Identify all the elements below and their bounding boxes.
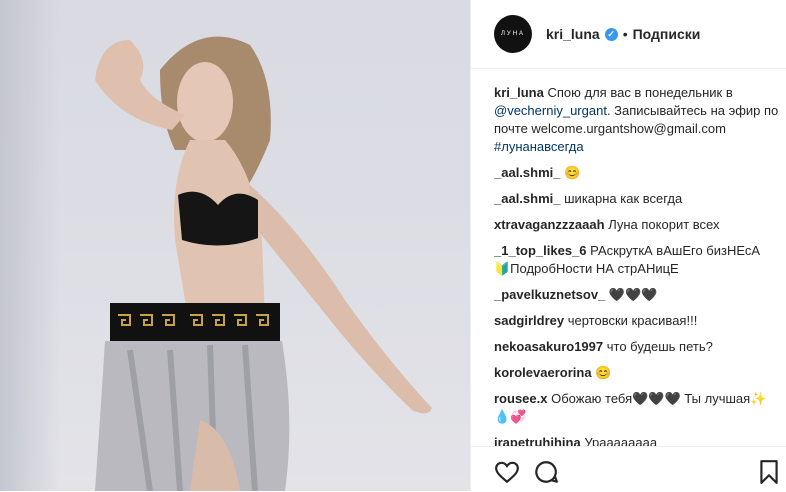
action-bar (471, 446, 786, 492)
post-header: ЛУНА kri_luna ✓ • Подписки (471, 0, 786, 69)
post-photo[interactable] (0, 0, 470, 491)
comment-icon[interactable] (533, 459, 559, 485)
comment-text: чертовски красивая!!! (567, 313, 698, 328)
caption: kri_luna Спою для вас в понедельник в @v… (494, 84, 779, 156)
verified-icon: ✓ (604, 27, 618, 41)
avatar[interactable]: ЛУНА (494, 15, 532, 53)
caption-hashtag-link[interactable]: #лунанавсегда (494, 139, 584, 154)
comment-username[interactable]: _pavelkuznetsov_ (494, 287, 605, 302)
caption-text: Спою для вас в понедельник в (547, 85, 733, 100)
comment-username[interactable]: _1_top_likes_6 (494, 243, 587, 258)
caption-mention-link[interactable]: @vecherniy_urgant (494, 103, 607, 118)
comment: rousee.x Обожаю тебя🖤🖤🖤 Ты лучшая✨💧💞 (494, 390, 779, 426)
comment-username[interactable]: sadgirldrey (494, 313, 564, 328)
post-panel: ЛУНА kri_luna ✓ • Подписки kri_luna Спою… (470, 0, 786, 491)
comment-text: 🖤🖤🖤 (608, 287, 658, 302)
comment: korolevaerorina 😊 (494, 364, 779, 382)
comment-username[interactable]: _aal.shmi_ (494, 165, 561, 180)
comment-username[interactable]: xtravaganzzzaaah (494, 217, 605, 232)
comment: _aal.shmi_ шикарна как всегда (494, 190, 779, 208)
comment: nekoasakuro1997 что будешь петь? (494, 338, 779, 356)
avatar-text: ЛУНА (500, 31, 526, 37)
comment: xtravaganzzzaaah Луна покорит всех (494, 216, 779, 234)
header-username[interactable]: kri_luna (546, 26, 600, 42)
comment: _aal.shmi_ 😊 (494, 164, 779, 182)
comments-list[interactable]: kri_luna Спою для вас в понедельник в @v… (494, 84, 779, 446)
comment-text: шикарна как всегда (564, 191, 683, 206)
comment-username[interactable]: irapetruhihina (494, 435, 581, 446)
comment-text: что будешь петь? (606, 339, 713, 354)
separator-dot: • (622, 26, 628, 42)
comment-text: Луна покорит всех (608, 217, 720, 232)
bookmark-icon[interactable] (756, 459, 782, 485)
comment-text: Ураааааааа (584, 435, 658, 446)
photo-figure (95, 36, 432, 491)
heart-icon[interactable] (494, 459, 520, 485)
photo-wall-shadow (0, 0, 60, 491)
comment-username[interactable]: korolevaerorina (494, 365, 592, 380)
comment-username[interactable]: rousee.x (494, 391, 547, 406)
caption-email: welcome.urgantshow@gmail.com (531, 121, 726, 136)
caption-username[interactable]: kri_luna (494, 85, 544, 100)
comment: sadgirldrey чертовски красивая!!! (494, 312, 779, 330)
comment-text: 😊 (595, 365, 612, 380)
following-button[interactable]: Подписки (633, 26, 701, 42)
comment-text: 😊 (564, 165, 581, 180)
comment: _1_top_likes_6 РАскруткА вАшЕго бизНЕсА … (494, 242, 779, 278)
comment: _pavelkuznetsov_ 🖤🖤🖤 (494, 286, 779, 304)
comment: irapetruhihina Ураааааааа (494, 434, 779, 446)
comment-username[interactable]: nekoasakuro1997 (494, 339, 603, 354)
comment-username[interactable]: _aal.shmi_ (494, 191, 561, 206)
